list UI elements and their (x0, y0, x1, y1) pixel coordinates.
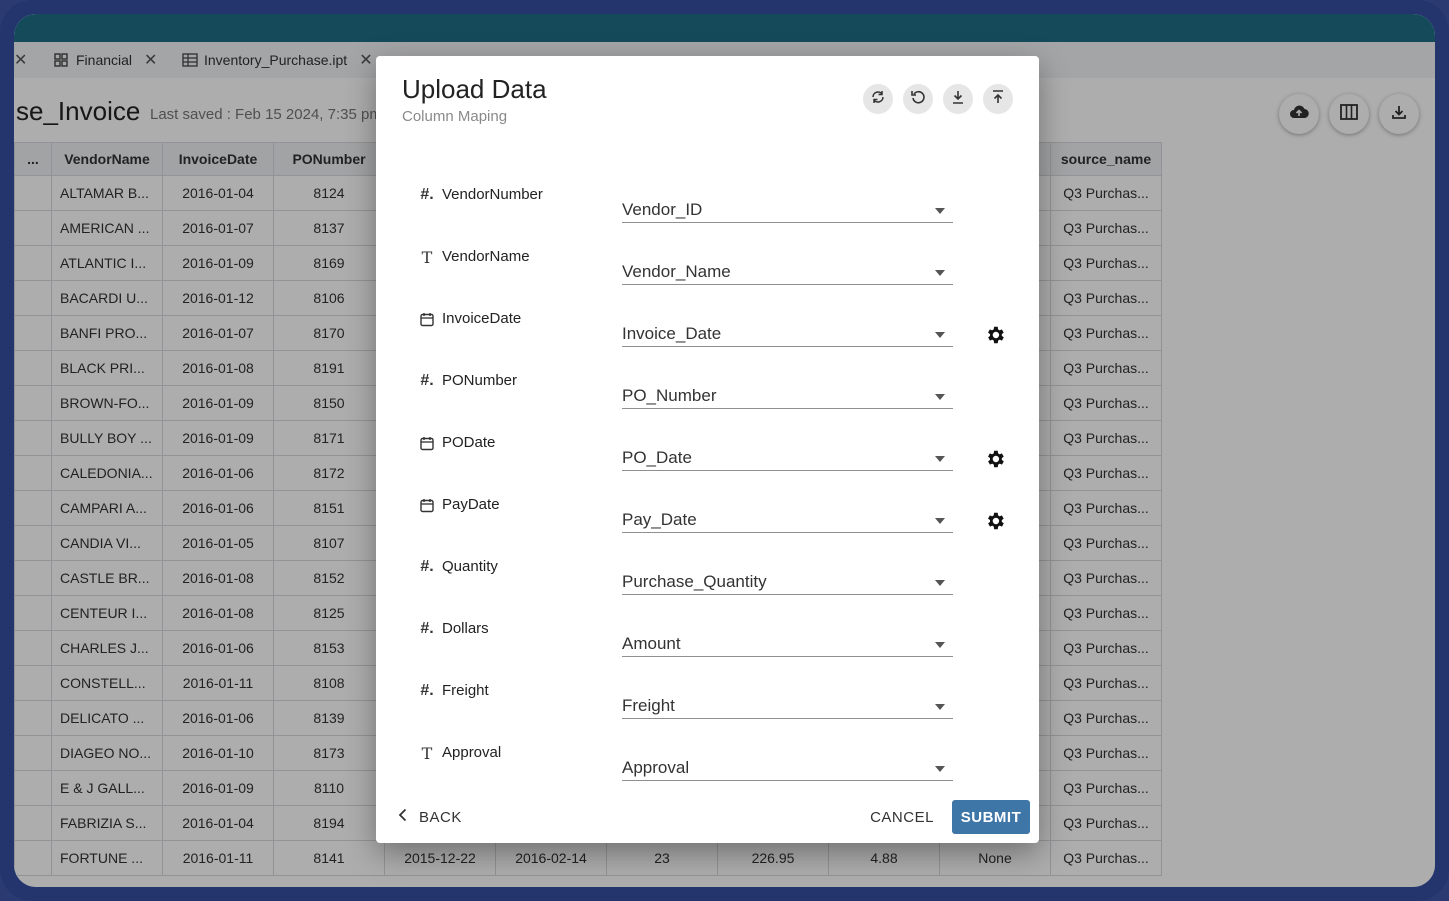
chevron-down-icon (935, 270, 945, 276)
calendar-icon (418, 310, 436, 328)
gear-icon[interactable] (984, 510, 1006, 532)
selected-column: Vendor_Name (622, 262, 731, 281)
column-select[interactable]: Vendor_ID (622, 188, 953, 223)
chevron-down-icon (935, 394, 945, 400)
chevron-left-icon (398, 808, 407, 826)
number-type-icon: #. (420, 620, 434, 637)
download-icon (951, 89, 965, 110)
column-select[interactable]: PO_Number (622, 374, 953, 409)
undo-icon (910, 89, 926, 110)
upload-data-dialog: Upload Data Column Maping #. VendorNumber… (376, 56, 1039, 843)
text-type-icon: T (421, 743, 433, 763)
column-select[interactable]: Invoice_Date (622, 312, 953, 347)
column-select[interactable]: PO_Date (622, 436, 953, 471)
mapping-row: #. VendorNumber Vendor_ID (376, 178, 1039, 240)
selected-column: Vendor_ID (622, 200, 703, 219)
source-field-name: InvoiceDate (442, 310, 522, 327)
mapping-row: PayDate Pay_Date (376, 488, 1039, 550)
mapping-row: InvoiceDate Invoice_Date (376, 302, 1039, 364)
sync-icon (870, 89, 886, 110)
mapping-row: #. PONumber PO_Number (376, 364, 1039, 426)
undo-button[interactable] (903, 84, 933, 114)
selected-column: PO_Number (622, 386, 717, 405)
sync-button[interactable] (863, 84, 893, 114)
mapping-row: #. Freight Freight (376, 674, 1039, 736)
selected-column: PO_Date (622, 448, 692, 467)
source-field-name: Dollars (442, 620, 489, 637)
mapping-row: T Approval Approval (376, 736, 1039, 798)
device-frame: ✕ Financial ✕ Inventory_Purchase.ipt ✕ s… (0, 0, 1449, 901)
source-field-name: PayDate (442, 496, 500, 513)
dialog-title: Upload Data (402, 74, 547, 104)
mapping-row: #. Quantity Purchase_Quantity (376, 550, 1039, 612)
number-type-icon: #. (420, 682, 434, 699)
chevron-down-icon (935, 704, 945, 710)
calendar-icon (418, 496, 436, 514)
source-field-name: VendorName (442, 248, 530, 265)
chevron-down-icon (935, 208, 945, 214)
number-type-icon: #. (420, 186, 434, 203)
chevron-down-icon (935, 766, 945, 772)
back-label: BACK (419, 808, 462, 826)
column-select[interactable]: Freight (622, 684, 953, 719)
column-select[interactable]: Approval (622, 746, 953, 781)
mapping-row: PODate PO_Date (376, 426, 1039, 488)
source-field-name: VendorNumber (442, 186, 543, 203)
chevron-down-icon (935, 456, 945, 462)
selected-column: Freight (622, 696, 675, 715)
chevron-down-icon (935, 642, 945, 648)
mapping-row: T VendorName Vendor_Name (376, 240, 1039, 302)
calendar-icon (418, 434, 436, 452)
cancel-button[interactable]: CANCEL (862, 800, 942, 834)
gear-icon[interactable] (984, 324, 1006, 346)
source-field-name: PODate (442, 434, 496, 451)
download-mapping-button[interactable] (943, 84, 973, 114)
chevron-down-icon (935, 580, 945, 586)
number-type-icon: #. (420, 372, 434, 389)
column-select[interactable]: Vendor_Name (622, 250, 953, 285)
source-field-name: Approval (442, 744, 502, 761)
upload-icon (991, 89, 1005, 110)
column-select[interactable]: Pay_Date (622, 498, 953, 533)
selected-column: Approval (622, 758, 690, 777)
mapping-row: #. Dollars Amount (376, 612, 1039, 674)
app-screen: ✕ Financial ✕ Inventory_Purchase.ipt ✕ s… (14, 14, 1435, 887)
gear-icon[interactable] (984, 448, 1006, 470)
chevron-down-icon (935, 518, 945, 524)
column-select[interactable]: Purchase_Quantity (622, 560, 953, 595)
back-button[interactable]: BACK (398, 808, 462, 826)
source-field-name: Quantity (442, 558, 498, 575)
selected-column: Amount (622, 634, 681, 653)
selected-column: Purchase_Quantity (622, 572, 767, 591)
text-type-icon: T (421, 247, 433, 267)
chevron-down-icon (935, 332, 945, 338)
selected-column: Pay_Date (622, 510, 697, 529)
source-field-name: PONumber (442, 372, 518, 389)
selected-column: Invoice_Date (622, 324, 722, 343)
column-select[interactable]: Amount (622, 622, 953, 657)
upload-mapping-button[interactable] (983, 84, 1013, 114)
source-field-name: Freight (442, 682, 489, 699)
submit-button[interactable]: SUBMIT (952, 800, 1030, 834)
number-type-icon: #. (420, 558, 434, 575)
dialog-subtitle: Column Maping (402, 108, 508, 125)
